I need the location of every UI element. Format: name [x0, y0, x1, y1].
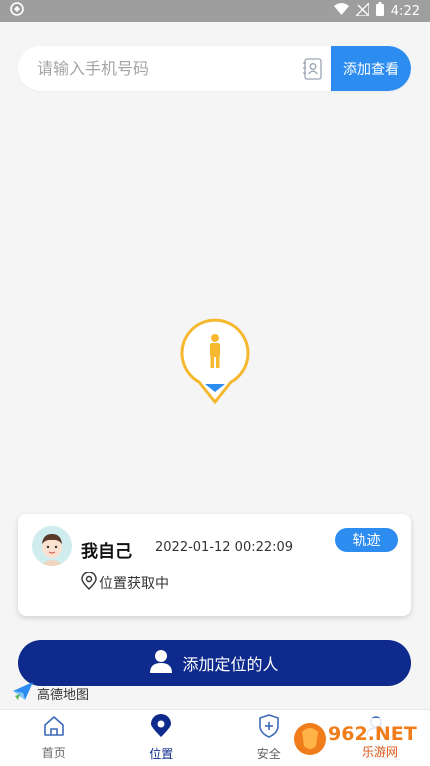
nav-label-safety: 安全 — [256, 747, 281, 761]
signal-icon — [354, 0, 370, 20]
location-marker[interactable] — [177, 316, 253, 406]
status-right: 4:22 — [333, 0, 420, 20]
nav-label-home: 首页 — [41, 746, 66, 760]
nav-label-location: 位置 — [149, 747, 174, 761]
person-name: 我自己 — [81, 542, 132, 562]
watermark-brand: 962.NET — [328, 723, 417, 745]
home-icon — [43, 715, 65, 740]
location-status-row: 位置获取中 — [81, 571, 169, 594]
status-bar: 4:22 — [0, 0, 430, 22]
search-bar: 添加查看 — [18, 46, 411, 91]
location-status: 位置获取中 — [99, 576, 169, 592]
nav-item-location[interactable]: 位置 — [108, 710, 216, 766]
location-icon — [150, 714, 172, 741]
app-notification-icon — [10, 2, 24, 20]
map-provider-logo: 高德地图 — [12, 681, 89, 705]
battery-icon — [375, 2, 384, 20]
contacts-icon[interactable] — [302, 57, 324, 80]
avatar — [32, 526, 72, 566]
wifi-icon — [333, 3, 349, 19]
status-left — [10, 2, 24, 20]
add-view-button[interactable]: 添加查看 — [331, 46, 411, 91]
status-time: 4:22 — [390, 3, 420, 19]
watermark-sub: 乐游网 — [362, 745, 398, 759]
location-pin-icon — [81, 571, 97, 594]
amap-logo-icon — [12, 681, 34, 705]
add-person-button[interactable]: 添加定位的人 — [18, 640, 411, 686]
map-provider-label: 高德地图 — [37, 687, 90, 703]
add-person-label: 添加定位的人 — [182, 655, 279, 674]
phone-number-input[interactable] — [18, 46, 302, 91]
nav-item-home[interactable]: 首页 — [0, 710, 108, 766]
track-button[interactable]: 轨迹 — [335, 528, 398, 552]
last-update-time: 2022-01-12 00:22:09 — [155, 540, 294, 555]
watermark: 962.NET 乐游网 — [290, 718, 422, 760]
person-icon — [150, 649, 173, 677]
marker-head — [211, 334, 219, 342]
person-card[interactable]: 我自己 2022-01-12 00:22:09 轨迹 位置获取中 — [18, 514, 411, 616]
shield-icon — [258, 714, 280, 741]
